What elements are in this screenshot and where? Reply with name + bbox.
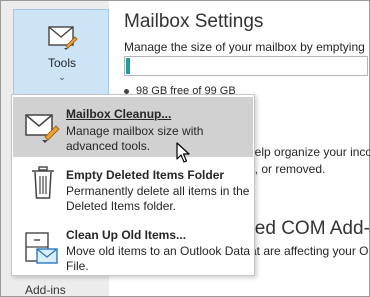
addins-label[interactable]: Add-ins [25, 283, 66, 297]
menu-item-mailbox-cleanup[interactable]: Mailbox Cleanup... Manage mailbox size w… [13, 97, 253, 157]
com-addins-heading: bled COM Add- [240, 218, 370, 239]
mailbox-usage-bar [124, 56, 368, 76]
mailbox-usage-fill [126, 58, 130, 74]
menu-item-clean-up-old[interactable]: Clean Up Old Items... Move old items to … [13, 217, 253, 277]
rules-text-line1: help organize your inco [248, 145, 370, 159]
tools-button[interactable]: Tools ⌄ [13, 9, 109, 95]
mouse-cursor-icon [176, 142, 190, 163]
mailbox-cleanup-title: Mailbox Cleanup... [66, 107, 172, 121]
com-addins-text: that are affecting your O [240, 244, 369, 258]
empty-deleted-title: Empty Deleted Items Folder [66, 168, 225, 182]
tools-dropdown-menu: Mailbox Cleanup... Manage mailbox size w… [11, 94, 255, 276]
archive-cabinet-icon [25, 232, 58, 264]
empty-deleted-description: Permanently delete all items in the Dele… [66, 184, 250, 213]
mailbox-settings-description: Manage the size of your mailbox by empty… [124, 40, 365, 54]
tools-label: Tools [47, 56, 76, 70]
clean-up-old-description: Move old items to an Outlook Data File. [66, 244, 251, 273]
trash-can-icon [32, 166, 54, 199]
clean-up-old-title: Clean Up Old Items... [66, 228, 187, 242]
mailbox-cleanup-icon [25, 114, 60, 143]
mailbox-cleanup-description: Manage mailbox size with advanced tools. [66, 124, 204, 153]
menu-item-empty-deleted[interactable]: Empty Deleted Items Folder Permanently d… [13, 157, 253, 217]
mailbox-settings-title: Mailbox Settings [124, 11, 264, 32]
mailbox-tools-icon [48, 26, 78, 50]
rules-text-line2: d, or removed. [248, 162, 326, 176]
chevron-down-icon: ⌄ [58, 72, 66, 82]
